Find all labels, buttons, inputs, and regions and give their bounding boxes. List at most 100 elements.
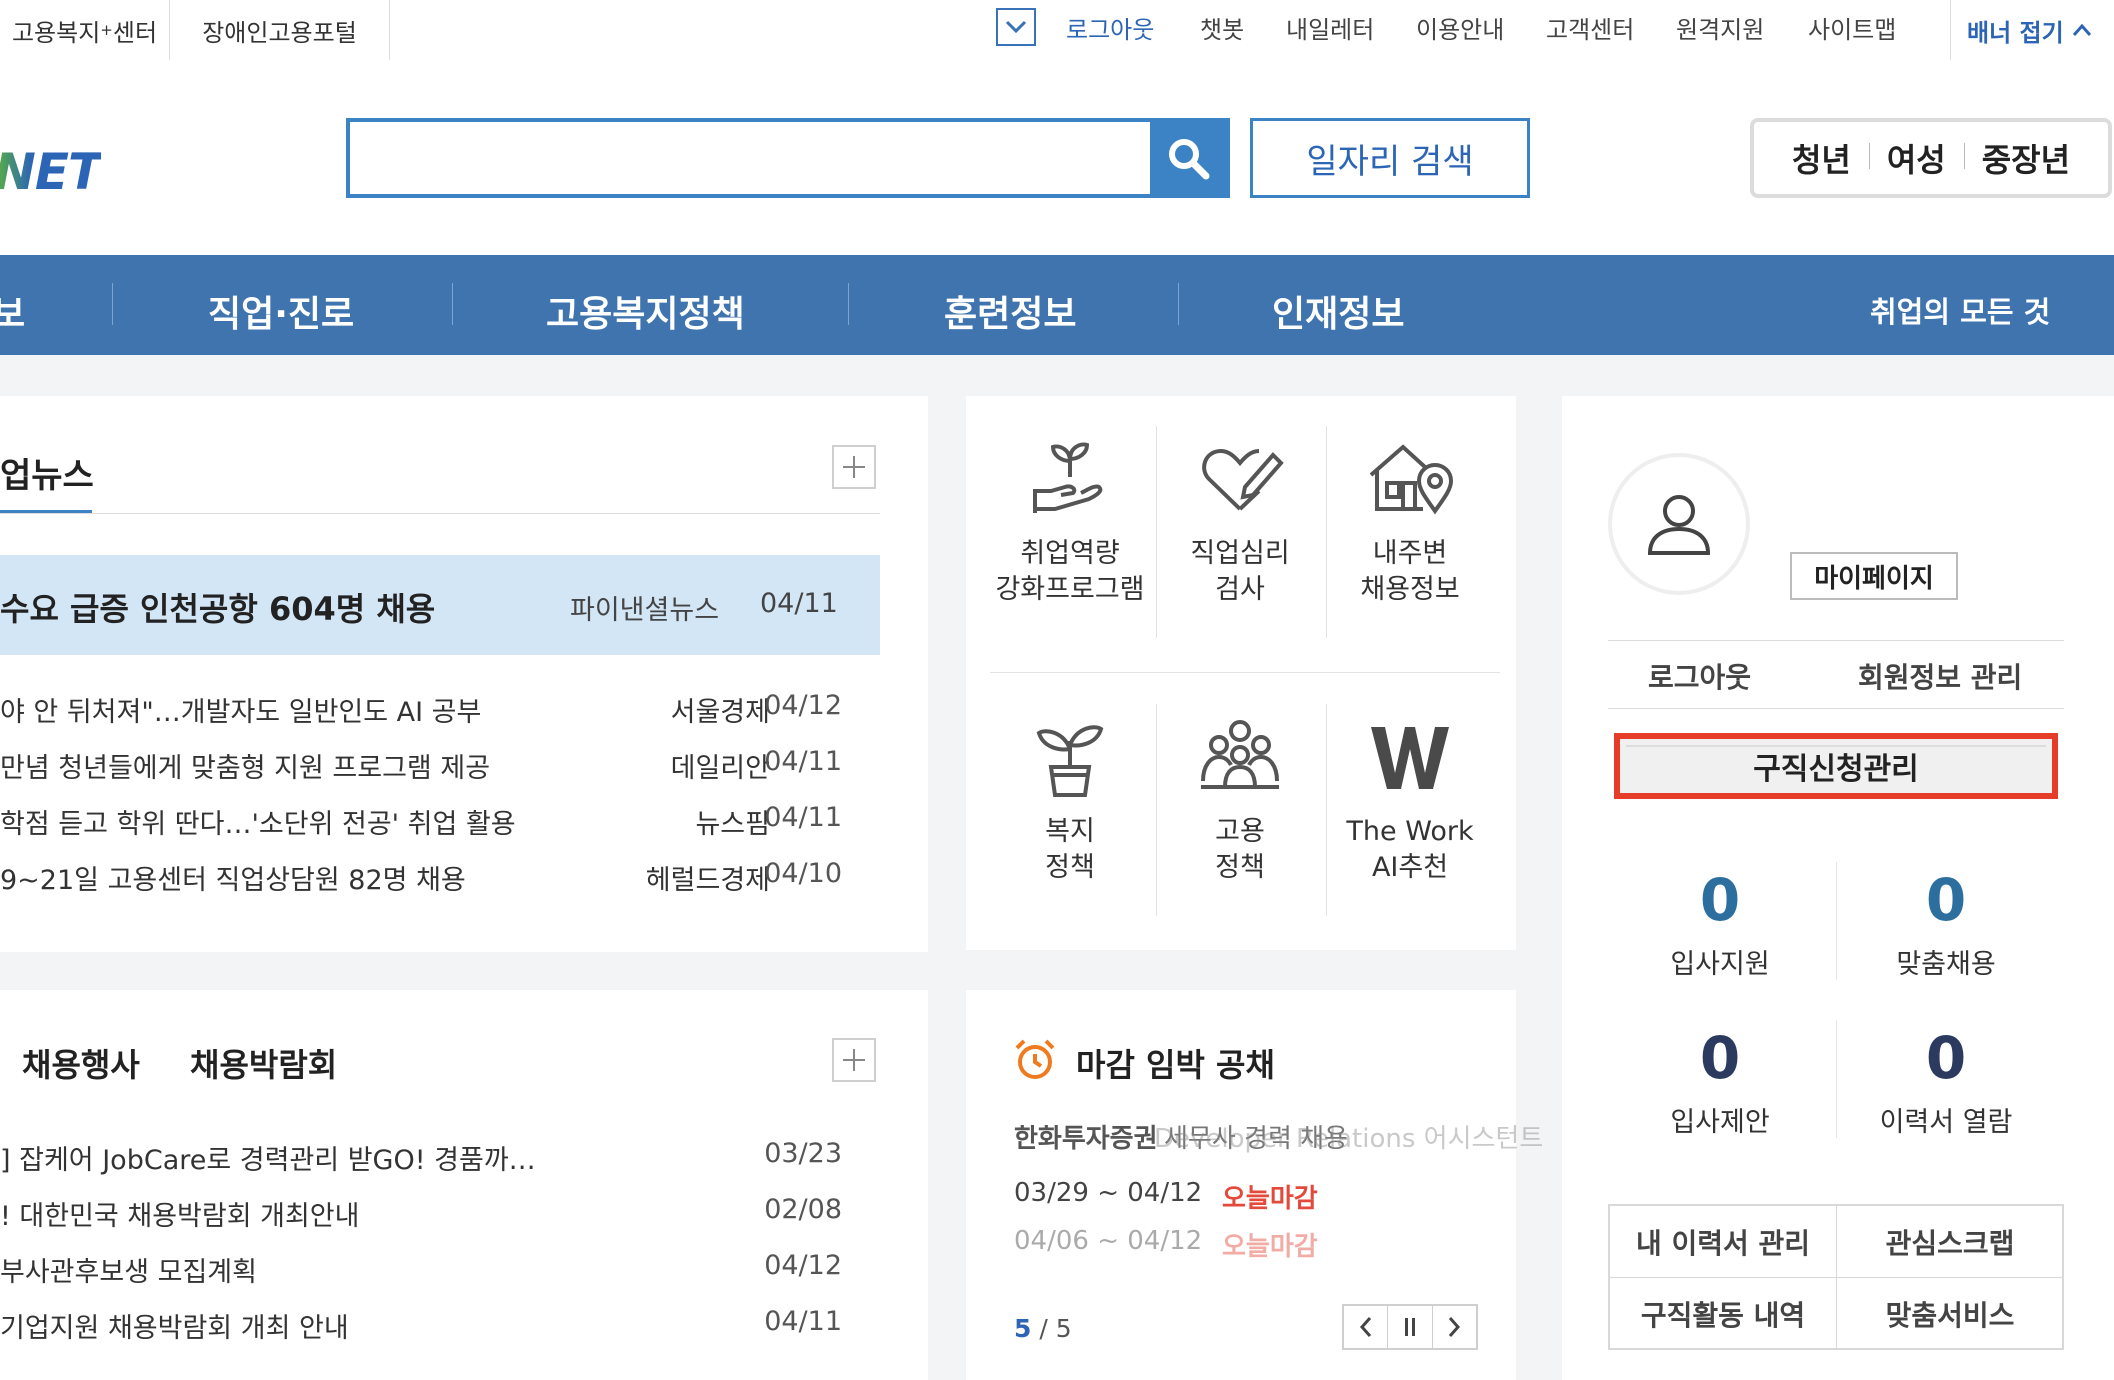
tab-hiring-events[interactable]: 채용행사 (22, 1040, 140, 1086)
stat-resume-views[interactable]: 0 이력서 열람 (1836, 1026, 2056, 1139)
nav-divider (112, 283, 113, 325)
mypage-divider (1608, 708, 2064, 709)
stat-value: 0 (1699, 1024, 1741, 1092)
service-employment-program[interactable]: 취업역량 강화프로그램 (986, 428, 1154, 608)
welfare-center-label: 고용복지 (11, 18, 101, 47)
logout-link[interactable]: 로그아웃 (1648, 656, 1751, 696)
news-more-button[interactable] (832, 445, 876, 489)
event-title: ! 대한민국 채용박람회 개최안내 (0, 1201, 360, 1232)
search-button[interactable] (1150, 122, 1226, 194)
topnav-sitemap[interactable]: 사이트맵 (1808, 10, 1896, 45)
job-application-manage-button[interactable]: 구직신청관리 (1614, 733, 2058, 799)
nav-divider (848, 283, 849, 325)
event-list-item[interactable]: 기업지원 채용박람회 개최 안내 04/11 (0, 1306, 880, 1346)
news-list-item[interactable]: 학점 듣고 학위 딴다…'소단위 전공' 취업 활용 뉴스핌 04/11 (0, 802, 880, 842)
topnav-letter[interactable]: 내일레터 (1286, 10, 1374, 45)
event-list-item[interactable]: ! 대한민국 채용박람회 개최안내 02/08 (0, 1194, 880, 1234)
alarm-clock-icon (1015, 1039, 1055, 1079)
service-vocational-test[interactable]: 직업심리 검사 (1156, 428, 1324, 608)
nav-item-training[interactable]: 훈련정보 (944, 285, 1076, 337)
deadline-pagination: 5 / 5 (1014, 1314, 1072, 1343)
news-list-item[interactable]: 9~21일 고용센터 직업상담원 82명 채용 헤럴드경제 04/10 (0, 858, 880, 898)
topnav-remote-support[interactable]: 원격지원 (1676, 10, 1764, 45)
stat-applications[interactable]: 0 입사지원 (1610, 868, 1830, 981)
service-employment-policy[interactable]: 고용 정책 (1156, 706, 1324, 886)
topnav-guide[interactable]: 이용안내 (1416, 10, 1504, 45)
deadline-title: 마감 임박 공채 (1076, 1046, 1275, 1084)
service-label: 취업역량 (1020, 538, 1120, 569)
people-group-icon (1201, 720, 1279, 789)
chevron-left-icon (1359, 1317, 1371, 1337)
news-date: 04/10 (764, 858, 842, 889)
topnav-chatbot[interactable]: 챗봇 (1200, 10, 1244, 45)
news-title: 만념 청년들에게 맞춤형 지원 프로그램 제공 (0, 753, 491, 784)
service-welfare-policy[interactable]: 복지 정책 (986, 706, 1154, 886)
stat-matched-jobs[interactable]: 0 맞춤채용 (1836, 868, 2056, 981)
deadline-position: Developer Relations 어시스턴트 (1154, 1124, 1544, 1154)
mypage-button[interactable]: 마이페이지 (1790, 552, 1958, 600)
user-icon (1647, 495, 1711, 555)
service-label: 검사 (1215, 574, 1265, 605)
chevron-down-icon (1005, 20, 1027, 34)
event-list-item[interactable]: ] 잡케어 JobCare로 경력관리 받GO! 경품까… 03/23 (0, 1138, 880, 1178)
target-youth-link[interactable]: 청년 (1774, 135, 1869, 181)
search-input[interactable] (350, 122, 1152, 194)
tab-job-fairs[interactable]: 채용박람회 (190, 1040, 337, 1086)
topnav-customer-center[interactable]: 고객센터 (1546, 10, 1634, 45)
service-nearby-jobs[interactable]: 내주변 채용정보 (1326, 428, 1494, 608)
nav-item-partial[interactable]: 보 (0, 285, 25, 337)
disabled-portal-label: 장애인고용포털 (202, 18, 357, 47)
site-logo[interactable]: NET (0, 143, 102, 201)
news-list-item[interactable]: 만념 청년들에게 맞춤형 지원 프로그램 제공 데일리안 04/11 (0, 746, 880, 786)
news-tab[interactable]: 업뉴스 (0, 448, 94, 497)
mypage-divider (1608, 640, 2064, 641)
scrap-link[interactable]: 관심스크랩 (1837, 1206, 2063, 1277)
search-icon (1169, 139, 1210, 180)
banner-collapse-label: 배너 접기 (1967, 18, 2064, 47)
event-list-item[interactable]: 부사관후보생 모집계획 04/12 (0, 1250, 880, 1290)
target-group-links: 청년 여성 중장년 (1750, 118, 2112, 198)
service-the-work-ai[interactable]: The Work AI추천 (1326, 706, 1494, 886)
welfare-center-sup: + (100, 21, 113, 39)
news-source: 헤럴드경제 (645, 865, 770, 896)
events-more-button[interactable] (832, 1038, 876, 1082)
topnav-logout[interactable]: 로그아웃 (1066, 10, 1154, 45)
deadline-period: 04/06 ~ 04/12 (1014, 1226, 1203, 1256)
topbar-dropdown-button[interactable] (996, 8, 1036, 46)
disabled-employment-portal-link[interactable]: 장애인고용포털 (170, 0, 390, 60)
mypage-quick-links: 내 이력서 관리 관심스크랩 구직활동 내역 맞춤서비스 (1608, 1204, 2064, 1350)
stat-job-offers[interactable]: 0 입사제안 (1610, 1026, 1830, 1139)
pause-button[interactable] (1388, 1306, 1433, 1348)
deadline-page-total: / 5 (1039, 1314, 1072, 1343)
nav-item-welfare-policy[interactable]: 고용복지정책 (546, 285, 745, 337)
deadline-page-current: 5 (1014, 1314, 1032, 1343)
custom-service-link[interactable]: 맞춤서비스 (1837, 1278, 2063, 1349)
target-middle-aged-link[interactable]: 중장년 (1963, 135, 2088, 181)
job-activity-link[interactable]: 구직활동 내역 (1610, 1278, 1836, 1349)
event-title: ] 잡케어 JobCare로 경력관리 받GO! 경품까… (0, 1145, 536, 1176)
nav-item-career[interactable]: 직업·진로 (208, 285, 354, 337)
member-info-link[interactable]: 회원정보 관리 (1858, 656, 2022, 696)
next-button[interactable] (1433, 1306, 1476, 1348)
deadline-item-incoming[interactable]: Developer Relations 어시스턴트 04/06 ~ 04/12 … (1014, 1118, 1543, 1262)
nav-item-talent[interactable]: 인재정보 (1272, 285, 1404, 337)
news-title: 야 안 뒤처져"…개발자도 일반인도 AI 공부 (0, 697, 482, 728)
news-list-item[interactable]: 야 안 뒤처져"…개발자도 일반인도 AI 공부 서울경제 04/12 (0, 690, 880, 730)
stat-value: 0 (1925, 866, 1967, 934)
banner-collapse-button[interactable]: 배너 접기 (1950, 0, 2114, 60)
news-source: 서울경제 (670, 697, 770, 728)
news-highlight-source: 파이낸셜뉴스 (570, 595, 720, 626)
nav-all-about-jobs[interactable]: 취업의 모든 것 (1870, 289, 2050, 331)
job-search-button[interactable]: 일자리 검색 (1250, 118, 1530, 198)
service-label: AI추천 (1371, 852, 1449, 883)
service-label: 정책 (1045, 852, 1095, 883)
my-resume-link[interactable]: 내 이력서 관리 (1610, 1206, 1836, 1277)
target-women-link[interactable]: 여성 (1868, 135, 1964, 181)
event-date: 04/11 (764, 1306, 842, 1337)
service-label: 고용 (1215, 816, 1265, 847)
prev-button[interactable] (1344, 1306, 1389, 1348)
welfare-center-link[interactable]: 고용복지 + 센터 (0, 0, 170, 60)
stat-value: 0 (1699, 866, 1741, 934)
event-date: 02/08 (764, 1194, 842, 1225)
service-label: 내주변 (1372, 538, 1448, 569)
